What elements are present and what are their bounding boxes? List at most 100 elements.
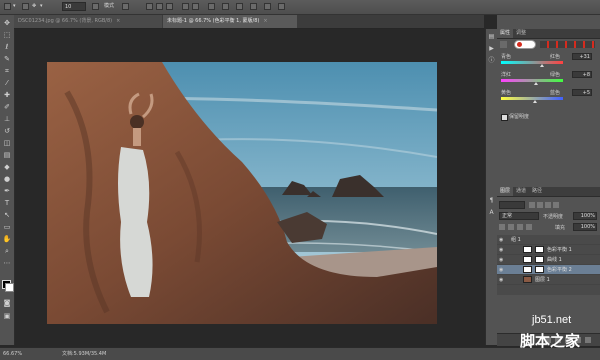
options-item-3[interactable]: ✥ (32, 2, 36, 11)
cyan-red-slider[interactable] (501, 61, 563, 64)
magenta-green-slider-handle[interactable] (534, 82, 538, 85)
align-button-1[interactable] (146, 3, 153, 10)
eyedropper-tool-icon[interactable]: ⁄ (2, 78, 12, 88)
quick-select-tool-icon[interactable]: ✎ (2, 54, 12, 64)
ime-toolbar[interactable] (540, 41, 595, 48)
tab-layers[interactable]: 图层 (497, 187, 514, 196)
align-button-3[interactable] (166, 3, 173, 10)
lock-pixels-icon[interactable] (508, 224, 514, 230)
yellow-blue-slider[interactable] (501, 97, 563, 100)
zoom-level[interactable]: 66.67% (3, 349, 22, 359)
type-tool-icon[interactable]: T (2, 198, 12, 208)
document-tab-1[interactable]: DSC01234.jpg @ 66.7% (背景, RGB/8) × (14, 15, 162, 28)
size-field[interactable]: 10 (62, 2, 86, 11)
option-toggle-6[interactable] (250, 3, 257, 10)
info-panel-icon[interactable]: ⓘ (488, 57, 495, 64)
lock-all-icon[interactable] (526, 224, 532, 230)
fill-field[interactable]: 100% (573, 223, 597, 231)
blur-tool-icon[interactable]: ◆ (2, 162, 12, 172)
visibility-eye-icon[interactable]: ◉ (499, 257, 503, 263)
eraser-tool-icon[interactable]: ◫ (2, 138, 12, 148)
visibility-eye-icon[interactable]: ◉ (499, 277, 503, 283)
yellow-blue-slider-handle[interactable] (533, 100, 537, 103)
history-panel-icon[interactable]: ▤ (488, 33, 495, 40)
lasso-tool-icon[interactable]: ℓ (2, 42, 12, 52)
visibility-eye-icon[interactable]: ◉ (499, 237, 503, 243)
option-toggle-5[interactable] (236, 3, 243, 10)
layer-row[interactable]: ◉ 曲线 1 (497, 255, 600, 265)
layer-row-selected[interactable]: ◉ 色彩平衡 2 (497, 265, 600, 275)
options-item-0[interactable]: ▾ (13, 2, 16, 11)
layer-row[interactable]: ◉ 组 1 (497, 235, 600, 245)
hand-tool-icon[interactable]: ✋ (2, 234, 12, 244)
blend-mode-select[interactable]: 正常 (499, 212, 539, 220)
document-canvas[interactable] (47, 62, 437, 324)
tab-paths[interactable]: 路径 (529, 187, 545, 196)
option-toggle-7[interactable] (264, 3, 271, 10)
document-tab-2[interactable]: 未标题-1 @ 66.7% (色彩平衡 1, 蒙版/8) × (163, 15, 297, 28)
history-brush-tool-icon[interactable]: ↺ (2, 126, 12, 136)
preserve-luminosity-checkbox[interactable] (501, 114, 508, 121)
tab-properties[interactable]: 属性 (497, 29, 514, 38)
brush-preset-button[interactable] (22, 3, 29, 10)
lock-position-icon[interactable] (517, 224, 523, 230)
visibility-eye-icon[interactable]: ◉ (499, 267, 503, 273)
healing-brush-tool-icon[interactable]: ✚ (2, 90, 12, 100)
option-toggle-2[interactable] (122, 3, 129, 10)
lock-transparent-icon[interactable] (499, 224, 505, 230)
layer-row[interactable]: ◉ 色彩平衡 1 (497, 245, 600, 255)
layer-row[interactable]: ◉ 图层 1 (497, 275, 600, 285)
crop-tool-icon[interactable]: ⌗ (2, 66, 12, 76)
options-item-4[interactable]: ▾ (40, 2, 43, 11)
slider-left-label-2: 黄色 (501, 90, 512, 96)
adjustment-thumbnail (523, 246, 532, 253)
more-tools-icon[interactable]: ⋯ (2, 258, 12, 268)
slider-value-0[interactable]: +31 (572, 53, 592, 60)
close-tab-icon[interactable]: × (116, 18, 120, 24)
clone-stamp-tool-icon[interactable]: ⊥ (2, 114, 12, 124)
brush-tool-icon[interactable]: ✐ (2, 102, 12, 112)
slider-value-1[interactable]: +8 (572, 71, 592, 78)
tab-adjustments[interactable]: 调整 (513, 29, 529, 38)
filter-pixel-icon[interactable] (529, 202, 535, 208)
layer-name: 色彩平衡 1 (547, 247, 572, 253)
option-toggle-1[interactable] (92, 3, 99, 10)
actions-panel-icon[interactable]: ▶ (488, 45, 495, 52)
filter-type-icon[interactable] (545, 202, 551, 208)
move-tool-icon[interactable]: ✥ (2, 18, 12, 28)
slider-value-2[interactable]: +5 (572, 89, 592, 96)
pen-tool-icon[interactable]: ✒ (2, 186, 12, 196)
path-select-tool-icon[interactable]: ↖ (2, 210, 12, 220)
layer-filter-select[interactable] (499, 201, 525, 209)
delete-layer-icon[interactable] (585, 337, 591, 343)
cyan-red-slider-handle[interactable] (540, 64, 544, 67)
gradient-tool-icon[interactable]: ▤ (2, 150, 12, 160)
distribute-button-1[interactable] (182, 3, 189, 10)
distribute-button-2[interactable] (192, 3, 199, 10)
option-toggle-4[interactable] (222, 3, 229, 10)
opacity-field[interactable]: 100% (573, 212, 597, 220)
dodge-tool-icon[interactable]: ● (2, 174, 12, 184)
background-color-swatch[interactable] (5, 283, 14, 292)
align-button-2[interactable] (156, 3, 163, 10)
fill-label: 填充 (555, 225, 566, 231)
paragraph-panel-icon[interactable]: ¶ (488, 197, 495, 204)
close-tab-icon[interactable]: × (263, 18, 267, 24)
tab-channels[interactable]: 通道 (513, 187, 529, 196)
option-toggle-3[interactable] (208, 3, 215, 10)
magenta-green-slider[interactable] (501, 79, 563, 82)
screen-mode-icon[interactable]: ▣ (2, 311, 12, 321)
filter-adjust-icon[interactable] (537, 202, 543, 208)
marquee-tool-icon[interactable]: ⬚ (2, 30, 12, 40)
visibility-eye-icon[interactable]: ◉ (499, 247, 503, 253)
document-info[interactable]: 文档:5.93M/35.4M (62, 349, 106, 359)
layer-thumbnail (523, 276, 532, 283)
option-toggle-8[interactable] (278, 3, 285, 10)
quick-mask-icon[interactable]: ◙ (2, 298, 12, 308)
tool-preset-picker[interactable] (4, 3, 11, 10)
shape-tool-icon[interactable]: ▭ (2, 222, 12, 232)
panel-icon-strip: ▤ ▶ ⓘ ¶ A (485, 29, 497, 345)
filter-shape-icon[interactable] (553, 202, 559, 208)
character-panel-icon[interactable]: A (488, 209, 495, 216)
zoom-tool-icon[interactable]: ⌕ (2, 246, 12, 256)
